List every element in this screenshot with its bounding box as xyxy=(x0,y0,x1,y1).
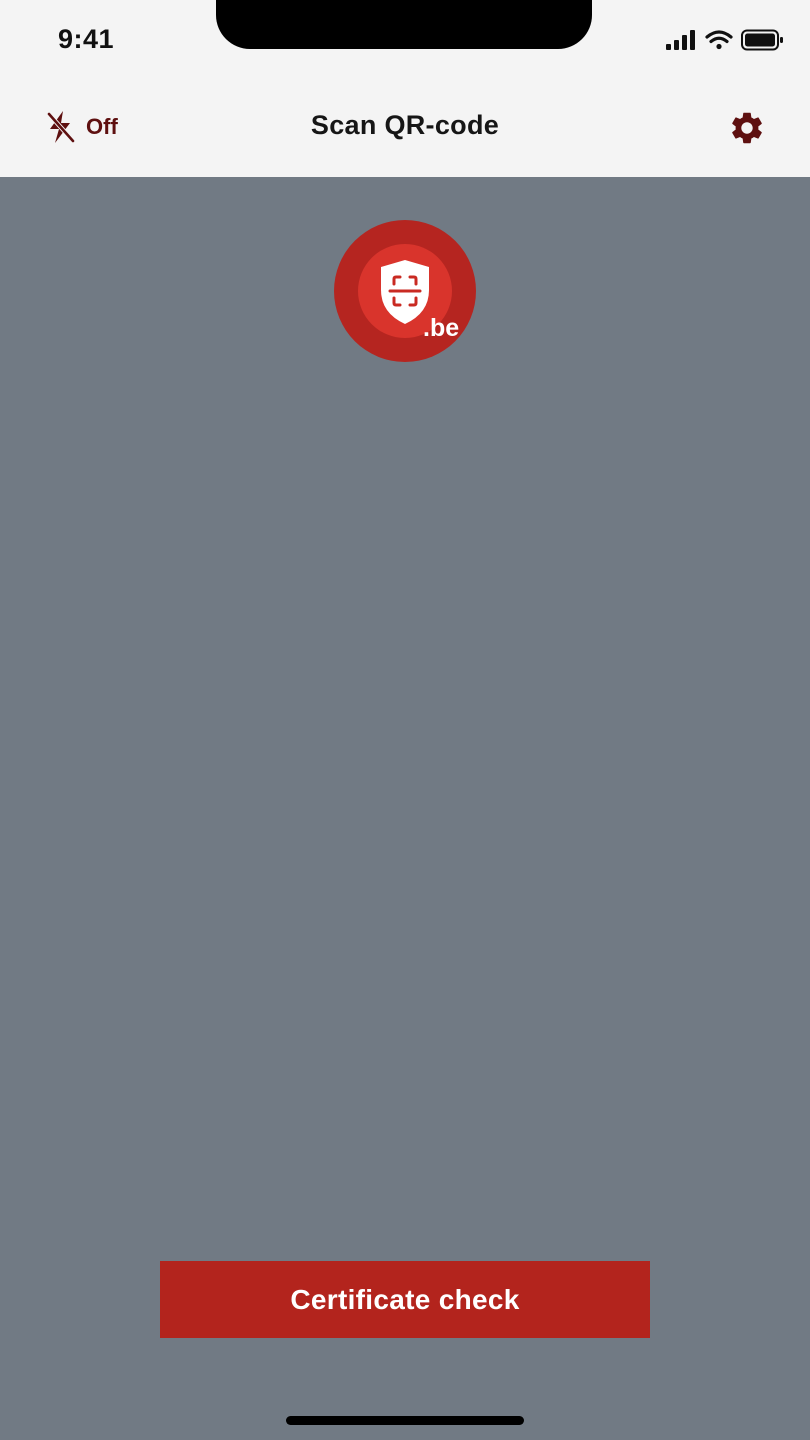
status-bar: 9:41 xyxy=(0,0,810,78)
home-indicator xyxy=(286,1416,524,1425)
app-logo: .be xyxy=(334,220,476,362)
status-time: 9:41 xyxy=(58,24,115,54)
cellular-signal-icon xyxy=(666,30,695,50)
certificate-check-button[interactable]: Certificate check xyxy=(160,1261,650,1338)
certificate-check-label: Certificate check xyxy=(290,1283,520,1315)
page-title: Scan QR-code xyxy=(310,110,500,140)
status-icons xyxy=(666,29,783,51)
gear-icon[interactable] xyxy=(728,109,766,147)
wifi-icon xyxy=(705,30,733,50)
navigation-bar: Off Scan QR-code xyxy=(0,78,810,177)
logo-domain-suffix: .be xyxy=(423,314,459,342)
camera-viewfinder xyxy=(0,177,810,1440)
device-notch xyxy=(216,0,592,49)
battery-icon xyxy=(741,29,783,51)
